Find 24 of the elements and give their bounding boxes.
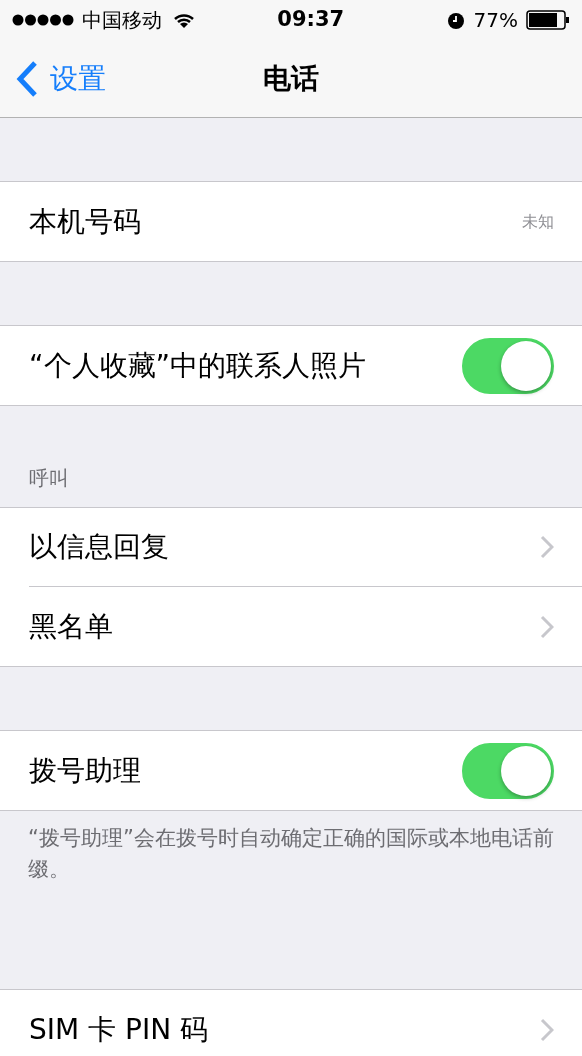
- signal-icon: [12, 13, 74, 27]
- toggle-switch[interactable]: [462, 742, 554, 799]
- row-label: 黑名单: [29, 608, 113, 645]
- alarm-icon: [445, 10, 466, 30]
- toggle-switch[interactable]: [462, 337, 554, 394]
- back-chevron-icon: [16, 59, 38, 98]
- row-label: 本机号码: [29, 203, 141, 240]
- status-time: 09:37: [276, 6, 346, 34]
- battery-icon: [526, 10, 570, 30]
- row-label: SIM 卡 PIN 码: [29, 1011, 208, 1048]
- carrier-name: 中国移动: [82, 7, 162, 34]
- chevron-icon: [540, 1017, 554, 1042]
- chevron-icon: [540, 614, 554, 639]
- row-label: 拨号助理: [29, 752, 141, 789]
- row-value: 未知: [522, 210, 554, 233]
- row-label: 以信息回复: [29, 529, 169, 565]
- row-label: “个人收藏”中的联系人照片: [29, 347, 366, 384]
- wifi-icon: [172, 11, 196, 29]
- back-button[interactable]: 设置: [0, 57, 106, 100]
- section-footer: “拨号助理”会在拨号时自动确定正确的国际或本地电话前缀。: [28, 823, 554, 885]
- battery-percent: 77%: [473, 7, 518, 34]
- section-header: 呼叫: [29, 465, 69, 492]
- nav-title: 电话: [263, 60, 319, 97]
- chevron-icon: [540, 535, 554, 559]
